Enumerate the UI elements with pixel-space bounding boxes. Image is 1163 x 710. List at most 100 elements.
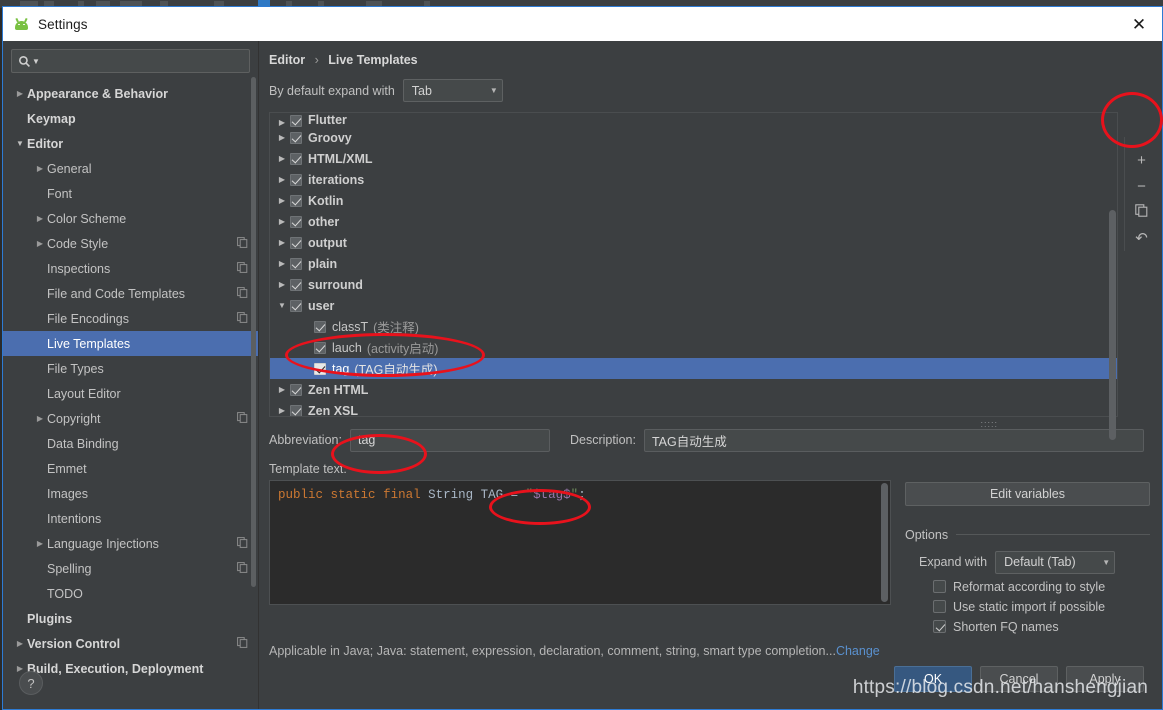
template-checkbox[interactable] xyxy=(314,362,326,375)
template-checkbox[interactable] xyxy=(290,194,302,207)
template-tree-scrollbar[interactable] xyxy=(1109,114,1116,440)
chevron-right-icon[interactable]: ▶ xyxy=(274,406,290,415)
copy-settings-icon[interactable] xyxy=(237,311,248,326)
chevron-right-icon[interactable]: ▶ xyxy=(274,154,290,163)
chevron-right-icon[interactable]: ▶ xyxy=(274,238,290,247)
sidebar-item-layout-editor[interactable]: Layout Editor xyxy=(3,381,258,406)
copy-settings-icon[interactable] xyxy=(237,236,248,251)
description-input[interactable]: TAG自动生成 xyxy=(643,428,1144,452)
chevron-right-icon[interactable]: ▶ xyxy=(33,539,47,548)
chevron-right-icon[interactable]: ▶ xyxy=(33,239,47,248)
chevron-right-icon[interactable]: ▶ xyxy=(33,214,47,223)
chevron-right-icon[interactable]: ▶ xyxy=(274,217,290,226)
sidebar-item-keymap[interactable]: Keymap xyxy=(3,106,258,131)
copy-settings-icon[interactable] xyxy=(237,561,248,576)
sidebar-item-font[interactable]: Font xyxy=(3,181,258,206)
chevron-right-icon[interactable]: ▶ xyxy=(274,196,290,205)
template-checkbox[interactable] xyxy=(290,152,302,165)
sidebar-item-file-types[interactable]: File Types xyxy=(3,356,258,381)
template-group-row[interactable]: ▶ Zen HTML xyxy=(270,379,1117,400)
copy-settings-icon[interactable] xyxy=(237,636,248,651)
search-box[interactable]: ▼ xyxy=(11,49,250,73)
sidebar-item-copyright[interactable]: ▶ Copyright xyxy=(3,406,258,431)
sidebar-item-appearance-behavior[interactable]: ▶ Appearance & Behavior xyxy=(3,81,258,106)
sidebar-item-language-injections[interactable]: ▶ Language Injections xyxy=(3,531,258,556)
option-checkbox-row[interactable]: Use static import if possible xyxy=(905,600,1150,614)
template-group-row[interactable]: ▶ plain xyxy=(270,253,1117,274)
template-row[interactable]: lauch (activity启动) xyxy=(270,337,1117,358)
template-group-row[interactable]: ▼ user xyxy=(270,295,1117,316)
sidebar-item-images[interactable]: Images xyxy=(3,481,258,506)
sidebar-item-editor[interactable]: ▼ Editor xyxy=(3,131,258,156)
abbreviation-input[interactable]: tag xyxy=(349,428,550,452)
chevron-right-icon[interactable]: ▶ xyxy=(13,89,27,98)
remove-button[interactable]: − xyxy=(1127,173,1157,199)
template-checkbox[interactable] xyxy=(290,299,302,312)
template-text-scrollbar-thumb[interactable] xyxy=(881,482,888,602)
template-group-row[interactable]: ▶ Zen XSL xyxy=(270,400,1117,416)
chevron-right-icon[interactable]: ▶ xyxy=(274,385,290,394)
apply-button[interactable]: Apply xyxy=(1066,666,1144,693)
sidebar-item-intentions[interactable]: Intentions xyxy=(3,506,258,531)
sidebar-item-version-control[interactable]: ▶ Version Control xyxy=(3,631,258,656)
chevron-right-icon[interactable]: ▶ xyxy=(33,414,47,423)
option-checkbox[interactable] xyxy=(933,620,946,634)
template-group-row[interactable]: ▶ Flutter xyxy=(270,113,1117,127)
template-checkbox[interactable] xyxy=(314,341,326,354)
chevron-right-icon[interactable]: ▶ xyxy=(13,639,27,648)
template-text-editor[interactable]: public static final String TAG = "$tag$"… xyxy=(269,479,891,605)
sidebar-item-data-binding[interactable]: Data Binding xyxy=(3,431,258,456)
template-group-row[interactable]: ▶ surround xyxy=(270,274,1117,295)
chevron-down-icon[interactable]: ▼ xyxy=(13,139,27,148)
template-checkbox[interactable] xyxy=(290,404,302,416)
change-context-link[interactable]: Change xyxy=(836,644,880,658)
sidebar-item-todo[interactable]: TODO xyxy=(3,581,258,606)
duplicate-button[interactable] xyxy=(1127,199,1157,225)
chevron-down-icon[interactable]: ▼ xyxy=(274,301,290,310)
template-checkbox[interactable] xyxy=(290,215,302,228)
sidebar-item-spelling[interactable]: Spelling xyxy=(3,556,258,581)
close-icon[interactable]: ✕ xyxy=(1130,15,1148,33)
option-checkbox[interactable] xyxy=(933,580,946,594)
template-tree-scrollbar-thumb[interactable] xyxy=(1109,210,1116,440)
copy-settings-icon[interactable] xyxy=(237,536,248,551)
expand-with-select[interactable]: Default (Tab) ▼ xyxy=(995,550,1116,574)
sidebar-item-emmet[interactable]: Emmet xyxy=(3,456,258,481)
template-checkbox[interactable] xyxy=(290,383,302,396)
sidebar-item-live-templates[interactable]: Live Templates xyxy=(3,331,258,356)
template-checkbox[interactable] xyxy=(314,320,326,333)
template-checkbox[interactable] xyxy=(290,257,302,270)
template-text-scrollbar[interactable] xyxy=(881,482,888,602)
search-input[interactable] xyxy=(39,53,243,69)
sidebar-item-file-encodings[interactable]: File Encodings xyxy=(3,306,258,331)
template-group-row[interactable]: ▶ Kotlin xyxy=(270,190,1117,211)
sidebar-item-code-style[interactable]: ▶ Code Style xyxy=(3,231,258,256)
chevron-right-icon[interactable]: ▶ xyxy=(274,118,290,127)
template-row[interactable]: classT (类注释) xyxy=(270,316,1117,337)
template-checkbox[interactable] xyxy=(290,173,302,186)
chevron-right-icon[interactable]: ▶ xyxy=(274,259,290,268)
copy-settings-icon[interactable] xyxy=(237,286,248,301)
edit-variables-button[interactable]: Edit variables xyxy=(905,481,1150,506)
copy-settings-icon[interactable] xyxy=(237,261,248,276)
splitter-handle[interactable]: ::::: xyxy=(980,419,998,429)
sidebar-scrollbar[interactable] xyxy=(251,77,256,635)
copy-settings-icon[interactable] xyxy=(237,411,248,426)
sidebar-item-inspections[interactable]: Inspections xyxy=(3,256,258,281)
option-checkbox-row[interactable]: Reformat according to style xyxy=(905,580,1150,594)
template-group-row[interactable]: ▶ HTML/XML xyxy=(270,148,1117,169)
sidebar-item-color-scheme[interactable]: ▶ Color Scheme xyxy=(3,206,258,231)
help-button[interactable]: ? xyxy=(19,671,43,695)
template-checkbox[interactable] xyxy=(290,131,302,144)
live-templates-tree[interactable]: ▶ Flutter ▶ Groovy ▶ HTML/XML ▶ iterations ▶ Kotl… xyxy=(269,112,1118,417)
template-group-row[interactable]: ▶ Groovy xyxy=(270,127,1117,148)
breadcrumb-parent[interactable]: Editor xyxy=(269,53,305,67)
sidebar-item-file-and-code-templates[interactable]: File and Code Templates xyxy=(3,281,258,306)
option-checkbox-row[interactable]: Shorten FQ names xyxy=(905,620,1150,634)
sidebar-item-plugins[interactable]: Plugins xyxy=(3,606,258,631)
chevron-right-icon[interactable]: ▶ xyxy=(274,280,290,289)
add-button[interactable]: + xyxy=(1127,147,1157,173)
default-expand-select[interactable]: Tab ▼ xyxy=(402,79,503,102)
settings-category-tree[interactable]: ▶ Appearance & Behavior Keymap ▼ Editor ▶ Gen… xyxy=(3,79,258,709)
template-checkbox[interactable] xyxy=(290,236,302,249)
